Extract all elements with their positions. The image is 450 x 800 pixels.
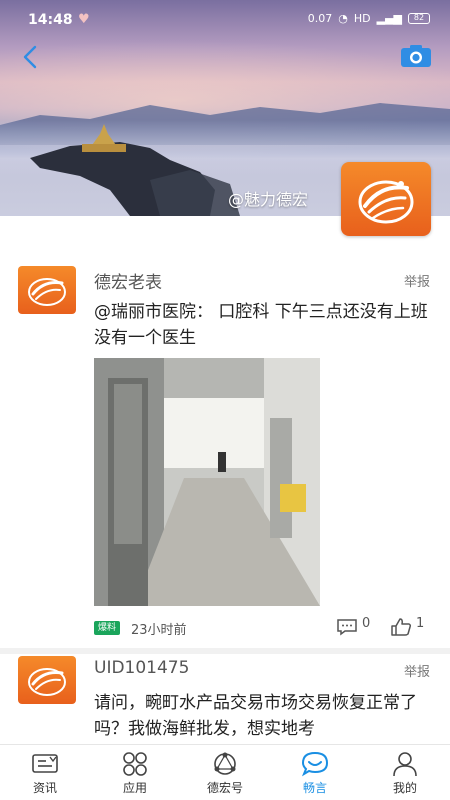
- tab-profile[interactable]: 我的: [360, 745, 450, 800]
- avatar[interactable]: [18, 656, 76, 704]
- tab-dehong-hao[interactable]: 德宏号: [180, 745, 270, 800]
- tab-apps[interactable]: 应用: [90, 745, 180, 800]
- comment-icon[interactable]: [336, 618, 358, 636]
- tag-badge: 爆料: [94, 621, 120, 635]
- comment-count: 0: [362, 616, 371, 631]
- post-card[interactable]: 德宏老表 举报 @瑞丽市医院： 口腔科 下午三点还没有上班 没有一个医生 爆料 …: [0, 236, 450, 654]
- post-time: 23小时前: [131, 623, 187, 638]
- tab-label: 德宏号: [206, 781, 243, 795]
- post-author[interactable]: 德宏老表: [94, 268, 162, 293]
- like-count: 1: [416, 616, 425, 631]
- signal-icon: ▂▄▆: [376, 12, 402, 25]
- post-card[interactable]: UID101475 举报 请问，畹町水产品交易市场交易恢复正常了吗？我做海鲜批发…: [0, 650, 450, 750]
- thumbs-up-icon[interactable]: [390, 617, 412, 637]
- bottom-tab-bar: 资讯 应用 德宏号 畅言 我的: [0, 744, 450, 800]
- tab-label: 应用: [122, 781, 147, 795]
- post-text: 请问，畹町水产品交易市场交易恢复正常了吗？我做海鲜批发，想实地考: [94, 693, 417, 739]
- tab-news[interactable]: 资讯: [0, 745, 90, 800]
- wifi-icon: ◔: [338, 12, 348, 25]
- phoenix-logo-icon: [28, 668, 66, 696]
- post-author[interactable]: UID101475: [94, 658, 189, 678]
- apps-icon: [123, 752, 147, 776]
- heart-icon: ♥: [78, 12, 90, 27]
- avatar[interactable]: [18, 266, 76, 314]
- channel-watermark: @魅力德宏: [228, 190, 309, 209]
- profile-icon: [393, 752, 417, 777]
- report-button[interactable]: 举报: [404, 271, 430, 290]
- news-icon: [32, 754, 58, 773]
- status-time: 14:48: [28, 12, 73, 28]
- tab-label: 我的: [392, 781, 417, 795]
- post-photo[interactable]: [94, 358, 320, 606]
- hd-label: HD: [353, 12, 371, 25]
- tab-label: 资讯: [32, 781, 57, 795]
- tab-label: 畅言: [302, 781, 327, 795]
- chat-icon: [301, 751, 329, 777]
- network-speed: 0.07: [307, 12, 333, 25]
- phoenix-logo-icon: [28, 278, 66, 306]
- camera-icon[interactable]: [400, 44, 432, 68]
- status-bar: 14:48 ♥ 0.07 ◔ HD ▂▄▆ 82: [0, 0, 450, 40]
- phoenix-logo-icon: [358, 180, 414, 224]
- channel-logo[interactable]: [341, 162, 431, 236]
- status-indicators: 0.07 ◔ HD ▂▄▆ 82: [308, 12, 430, 25]
- post-feed[interactable]: 德宏老表 举报 @瑞丽市医院： 口腔科 下午三点还没有上班 没有一个医生 爆料 …: [0, 236, 450, 750]
- network-icon: [214, 752, 236, 775]
- hallway-photo: [94, 358, 320, 606]
- tab-changyan[interactable]: 畅言: [270, 745, 360, 800]
- battery-icon: 82: [408, 13, 430, 24]
- chevron-left-icon[interactable]: [16, 42, 46, 72]
- report-button[interactable]: 举报: [404, 661, 430, 680]
- post-text: @瑞丽市医院： 口腔科 下午三点还没有上班 没有一个医生: [94, 302, 428, 348]
